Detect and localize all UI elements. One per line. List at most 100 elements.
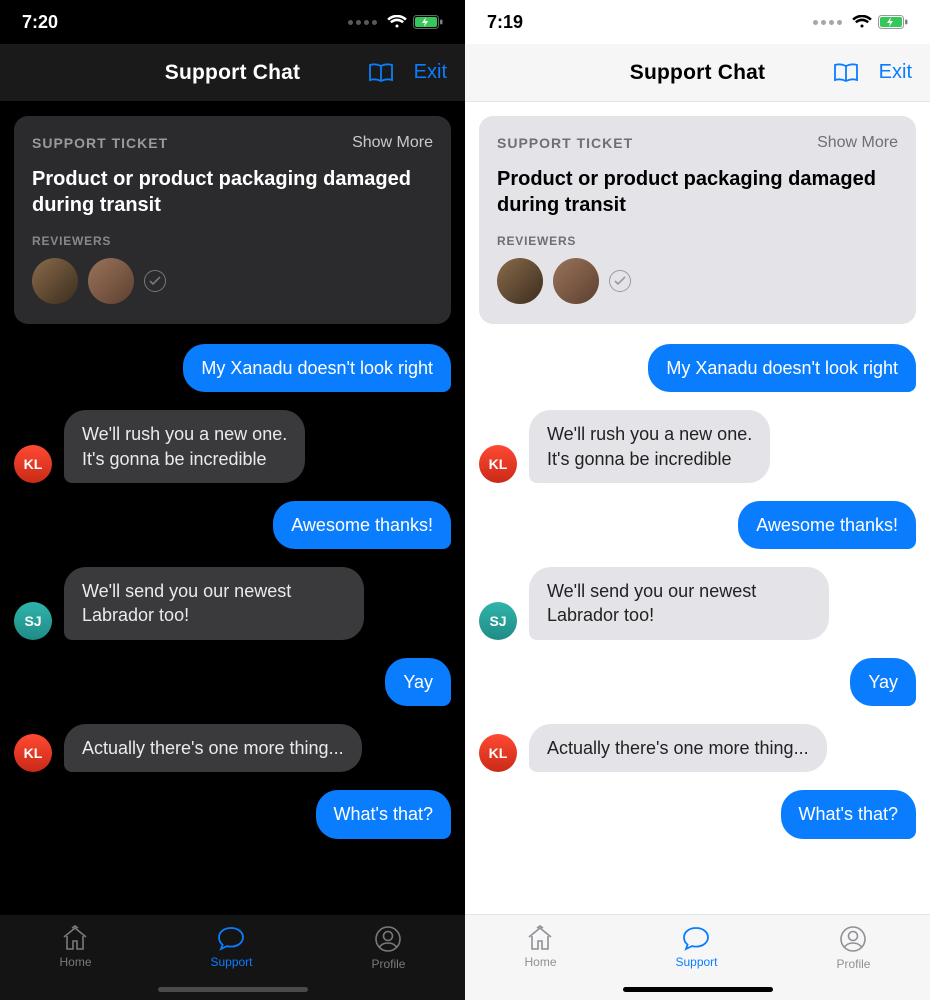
exit-button[interactable]: Exit: [414, 61, 447, 84]
checkmark-icon: [609, 270, 631, 292]
tab-label: Home: [524, 955, 556, 969]
message-bubble[interactable]: What's that?: [781, 790, 916, 838]
tab-support[interactable]: Support: [210, 925, 252, 969]
message-bubble[interactable]: My Xanadu doesn't look right: [648, 344, 916, 392]
reviewers-label: REVIEWERS: [497, 234, 898, 248]
message-list: My Xanadu doesn't look right KL We'll ru…: [479, 344, 916, 839]
reviewer-avatar[interactable]: [497, 258, 543, 304]
reviewer-avatar[interactable]: [553, 258, 599, 304]
ticket-label: SUPPORT TICKET: [497, 135, 633, 151]
message-other: KL We'll rush you a new one. It's gonna …: [14, 410, 451, 483]
message-bubble[interactable]: Yay: [385, 658, 451, 706]
tab-label: Profile: [836, 957, 870, 971]
wifi-icon: [387, 15, 407, 29]
nav-right: Exit: [833, 61, 912, 84]
tab-label: Support: [210, 955, 252, 969]
message-bubble[interactable]: Awesome thanks!: [273, 501, 451, 549]
tab-profile[interactable]: Profile: [836, 925, 870, 971]
status-dots: [813, 20, 842, 25]
show-more-button[interactable]: Show More: [817, 134, 898, 152]
page-title: Support Chat: [630, 61, 765, 85]
message-bubble[interactable]: What's that?: [316, 790, 451, 838]
message-other: SJ We'll send you our newest Labrador to…: [479, 567, 916, 640]
message-bubble[interactable]: Actually there's one more thing...: [529, 724, 827, 772]
message-bubble[interactable]: Yay: [850, 658, 916, 706]
message-bubble[interactable]: Awesome thanks!: [738, 501, 916, 549]
profile-icon: [373, 925, 403, 953]
chat-icon: [216, 925, 246, 951]
ticket-title: Product or product packaging damaged dur…: [497, 166, 898, 218]
message-bubble[interactable]: My Xanadu doesn't look right: [183, 344, 451, 392]
avatar-initials[interactable]: KL: [479, 445, 517, 483]
home-icon: [60, 925, 90, 951]
tab-support[interactable]: Support: [675, 925, 717, 969]
reviewer-avatar[interactable]: [88, 258, 134, 304]
message-bubble[interactable]: We'll rush you a new one. It's gonna be …: [529, 410, 770, 483]
nav-header: Support Chat Exit: [0, 44, 465, 102]
home-indicator[interactable]: [158, 987, 308, 992]
show-more-button[interactable]: Show More: [352, 134, 433, 152]
message-mine: What's that?: [14, 790, 451, 838]
chat-icon: [681, 925, 711, 951]
message-bubble[interactable]: Actually there's one more thing...: [64, 724, 362, 772]
book-icon[interactable]: [368, 62, 394, 84]
avatar-initials[interactable]: SJ: [14, 602, 52, 640]
status-dots: [348, 20, 377, 25]
tab-label: Support: [675, 955, 717, 969]
status-time: 7:20: [22, 12, 58, 33]
page-title: Support Chat: [165, 61, 300, 85]
status-right: [813, 15, 908, 29]
message-mine: Awesome thanks!: [479, 501, 916, 549]
message-bubble[interactable]: We'll send you our newest Labrador too!: [529, 567, 829, 640]
checkmark-icon: [144, 270, 166, 292]
ticket-card[interactable]: SUPPORT TICKET Show More Product or prod…: [14, 116, 451, 324]
exit-button[interactable]: Exit: [879, 61, 912, 84]
ticket-label: SUPPORT TICKET: [32, 135, 168, 151]
tab-home[interactable]: Home: [524, 925, 556, 969]
reviewer-avatars: [32, 258, 433, 304]
message-mine: My Xanadu doesn't look right: [14, 344, 451, 392]
book-icon[interactable]: [833, 62, 859, 84]
reviewers-label: REVIEWERS: [32, 234, 433, 248]
home-indicator[interactable]: [623, 987, 773, 992]
message-other: KL Actually there's one more thing...: [479, 724, 916, 772]
phone-light: 7:19 Support Chat Exit SUPPORT TICKET Sh…: [465, 0, 930, 1000]
message-mine: Yay: [14, 658, 451, 706]
status-bar: 7:19: [465, 0, 930, 44]
reviewer-avatars: [497, 258, 898, 304]
avatar-initials[interactable]: KL: [14, 734, 52, 772]
battery-charging-icon: [413, 15, 443, 29]
content-area: SUPPORT TICKET Show More Product or prod…: [465, 102, 930, 914]
reviewer-avatar[interactable]: [32, 258, 78, 304]
avatar-initials[interactable]: KL: [479, 734, 517, 772]
status-time: 7:19: [487, 12, 523, 33]
ticket-card[interactable]: SUPPORT TICKET Show More Product or prod…: [479, 116, 916, 324]
message-mine: Awesome thanks!: [14, 501, 451, 549]
avatar-initials[interactable]: SJ: [479, 602, 517, 640]
profile-icon: [838, 925, 868, 953]
wifi-icon: [852, 15, 872, 29]
ticket-title: Product or product packaging damaged dur…: [32, 166, 433, 218]
content-area: SUPPORT TICKET Show More Product or prod…: [0, 102, 465, 914]
status-bar: 7:20: [0, 0, 465, 44]
tab-label: Profile: [371, 957, 405, 971]
tab-profile[interactable]: Profile: [371, 925, 405, 971]
nav-header: Support Chat Exit: [465, 44, 930, 102]
status-right: [348, 15, 443, 29]
message-list: My Xanadu doesn't look right KL We'll ru…: [14, 344, 451, 839]
message-mine: Yay: [479, 658, 916, 706]
phone-dark: 7:20 Support Chat Exit SUPPORT TICKET Sh…: [0, 0, 465, 1000]
tab-label: Home: [59, 955, 91, 969]
home-icon: [525, 925, 555, 951]
message-other: SJ We'll send you our newest Labrador to…: [14, 567, 451, 640]
message-mine: My Xanadu doesn't look right: [479, 344, 916, 392]
message-bubble[interactable]: We'll send you our newest Labrador too!: [64, 567, 364, 640]
message-mine: What's that?: [479, 790, 916, 838]
message-other: KL Actually there's one more thing...: [14, 724, 451, 772]
battery-charging-icon: [878, 15, 908, 29]
nav-right: Exit: [368, 61, 447, 84]
avatar-initials[interactable]: KL: [14, 445, 52, 483]
tab-home[interactable]: Home: [59, 925, 91, 969]
message-other: KL We'll rush you a new one. It's gonna …: [479, 410, 916, 483]
message-bubble[interactable]: We'll rush you a new one. It's gonna be …: [64, 410, 305, 483]
